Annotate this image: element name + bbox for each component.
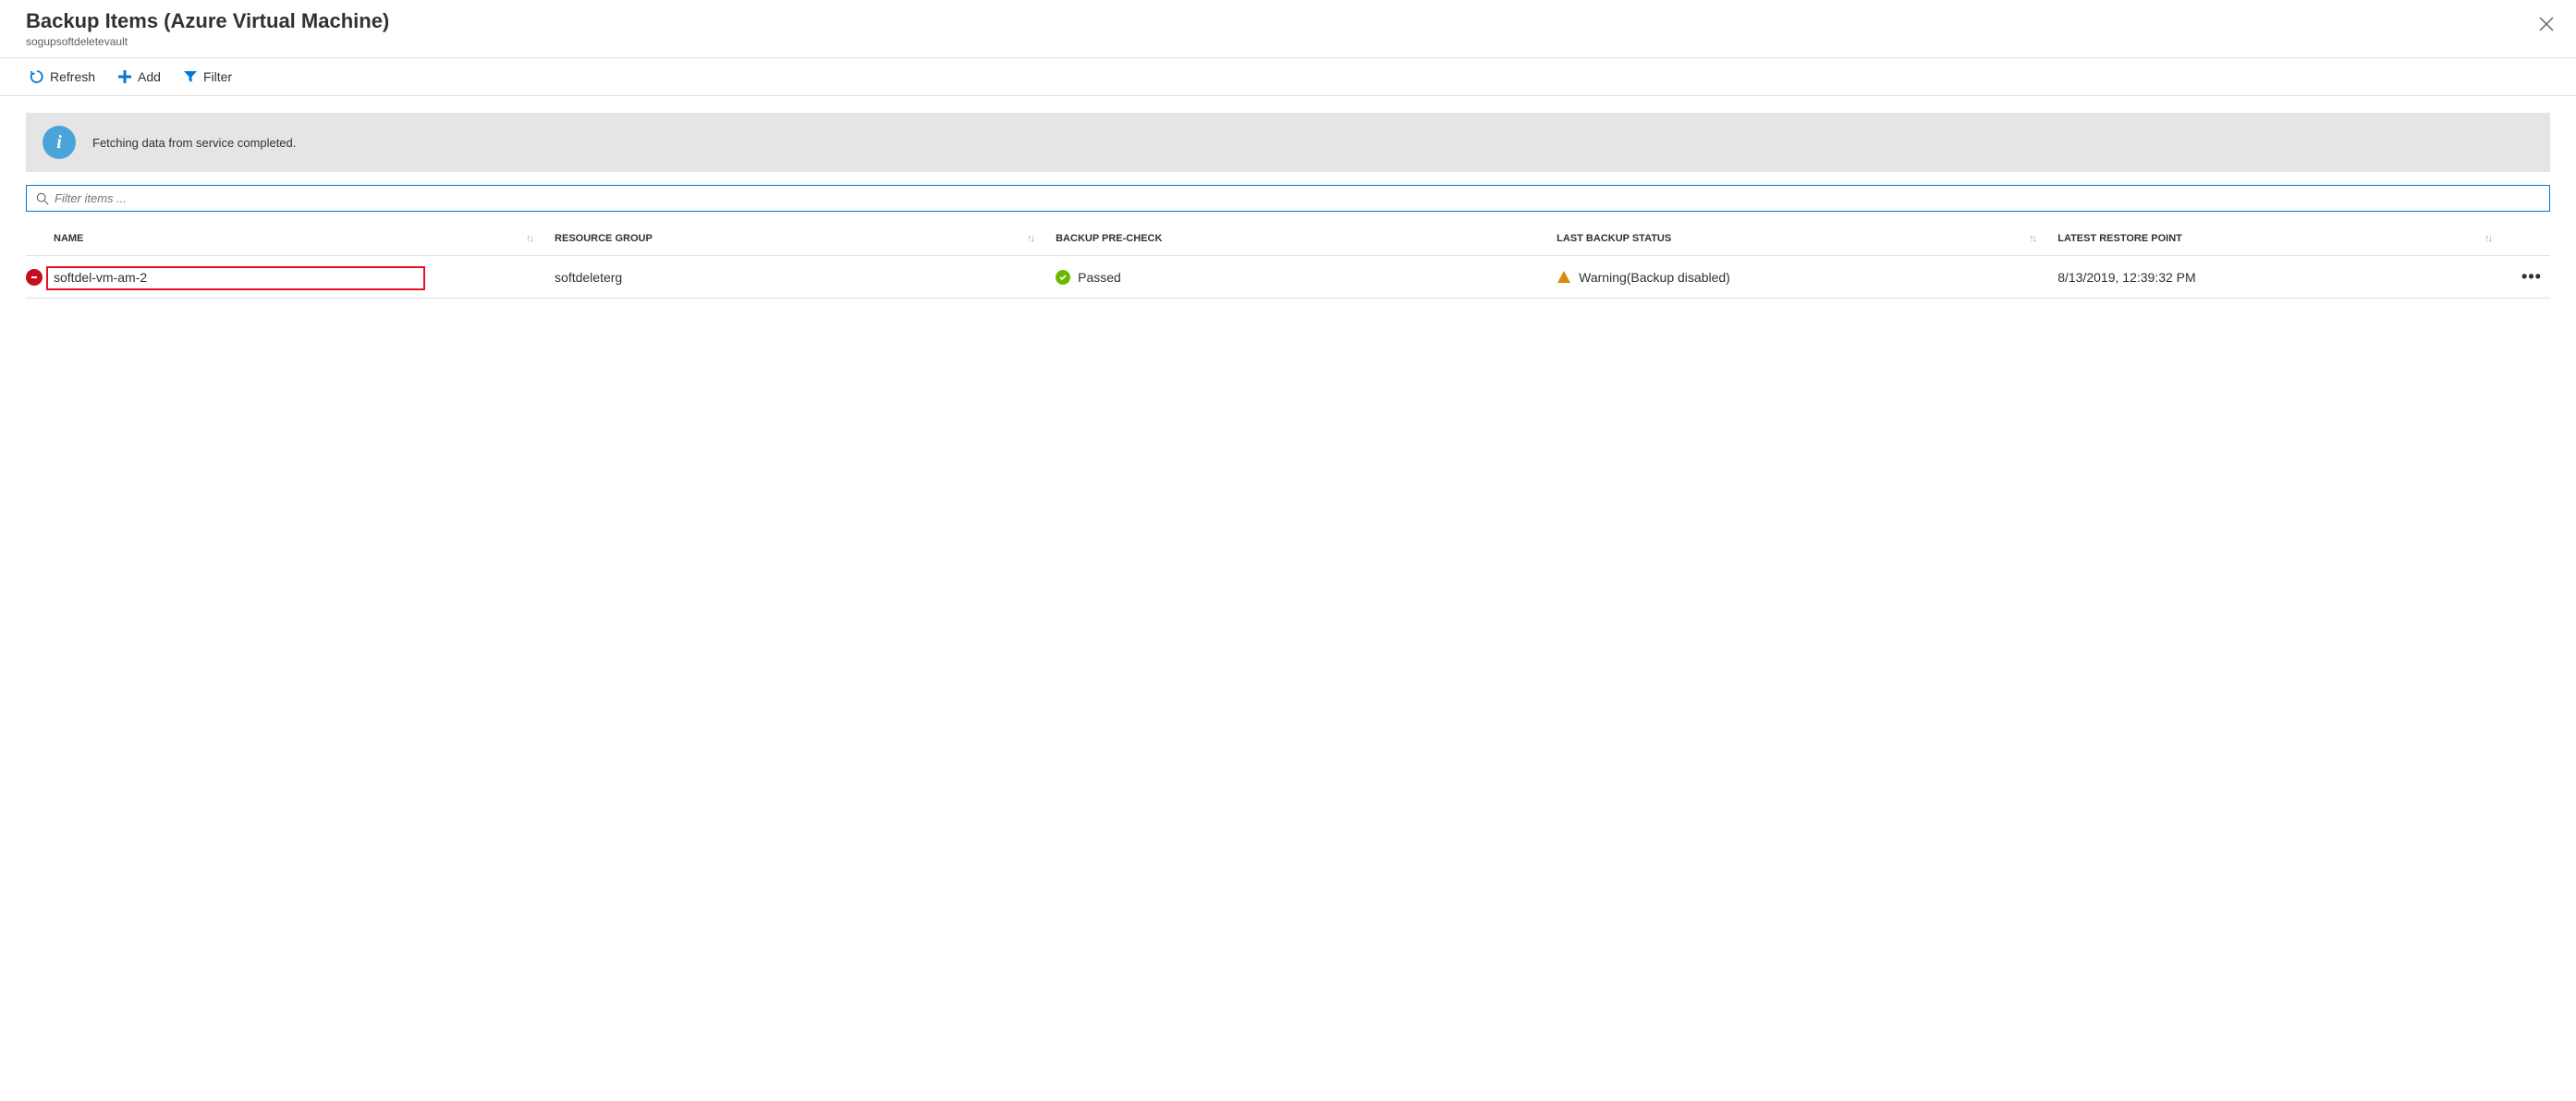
refresh-label: Refresh xyxy=(50,69,95,84)
blade-title: Backup Items (Azure Virtual Machine) xyxy=(26,9,2550,33)
refresh-icon xyxy=(30,69,44,84)
column-resource-group[interactable]: RESOURCE GROUP ↑↓ xyxy=(555,233,1056,244)
column-latest-restore-point[interactable]: LATEST RESTORE POINT ↑↓ xyxy=(2057,233,2513,244)
add-button[interactable]: Add xyxy=(114,66,165,88)
stop-icon xyxy=(26,269,43,286)
backup-items-table: NAME ↑↓ RESOURCE GROUP ↑↓ BACKUP PRE-CHE… xyxy=(26,221,2550,299)
cell-precheck: Passed xyxy=(1056,270,1557,285)
info-icon: i xyxy=(43,126,76,159)
command-bar: Refresh Add Filter xyxy=(0,58,2576,96)
add-label: Add xyxy=(138,69,161,84)
search-input[interactable] xyxy=(49,190,2540,207)
info-bar: i Fetching data from service completed. xyxy=(26,113,2550,172)
cell-restore-point: 8/13/2019, 12:39:32 PM xyxy=(2057,270,2513,285)
plus-icon xyxy=(117,69,132,84)
cell-status: Warning(Backup disabled) xyxy=(1557,270,2057,285)
filter-icon xyxy=(183,69,198,84)
sort-icon: ↑↓ xyxy=(526,233,532,244)
check-icon xyxy=(1056,270,1070,285)
close-icon xyxy=(2539,17,2554,31)
ellipsis-icon: ••• xyxy=(2521,267,2542,286)
column-backup-precheck[interactable]: BACKUP PRE-CHECK xyxy=(1056,233,1557,244)
blade-header: Backup Items (Azure Virtual Machine) sog… xyxy=(0,0,2576,58)
table-header: NAME ↑↓ RESOURCE GROUP ↑↓ BACKUP PRE-CHE… xyxy=(26,221,2550,256)
filter-button[interactable]: Filter xyxy=(179,66,236,88)
sort-icon: ↑↓ xyxy=(2029,233,2035,244)
sort-icon: ↑↓ xyxy=(1027,233,1033,244)
cell-resource-group: softdeleterg xyxy=(555,270,1056,285)
filter-label: Filter xyxy=(203,69,232,84)
column-name[interactable]: NAME ↑↓ xyxy=(54,233,555,244)
table-row[interactable]: softdel-vm-am-2 softdeleterg Passed Warn… xyxy=(26,256,2550,299)
column-last-backup-status[interactable]: LAST BACKUP STATUS ↑↓ xyxy=(1557,233,2057,244)
close-button[interactable] xyxy=(2533,11,2559,37)
cell-name[interactable]: softdel-vm-am-2 xyxy=(54,270,555,285)
refresh-button[interactable]: Refresh xyxy=(26,66,99,88)
warning-icon xyxy=(1557,270,1571,285)
blade-subtitle: sogupsoftdeletevault xyxy=(26,35,2550,48)
more-button[interactable]: ••• xyxy=(2513,267,2550,287)
search-icon xyxy=(36,192,49,205)
info-message: Fetching data from service completed. xyxy=(92,136,296,150)
sort-icon: ↑↓ xyxy=(2484,233,2491,244)
search-box[interactable] xyxy=(26,185,2550,212)
